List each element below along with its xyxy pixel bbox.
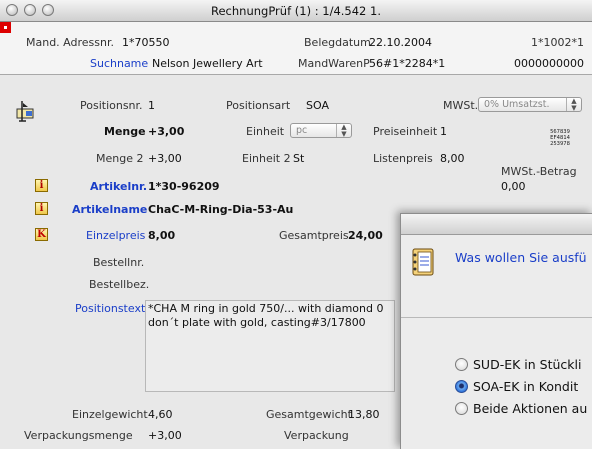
action-dialog: Was wollen Sie ausfü SUD-EK in Stückli S… — [400, 213, 592, 449]
positionstext-line-2: don´t plate with gold, casting#3/17800 — [148, 316, 366, 329]
menge-value[interactable]: +3,00 — [148, 125, 184, 138]
menge2-label: Menge 2 — [96, 152, 144, 165]
notebook-icon — [410, 248, 436, 279]
einzelgewicht-label: Einzelgewicht — [72, 408, 148, 421]
preiseinheit-label: Preiseinheit — [373, 125, 438, 138]
mwst-betrag-value: 0,00 — [501, 180, 526, 193]
barcode-line-3: 253978 — [550, 141, 570, 147]
einzelgewicht-value: 4,60 — [148, 408, 173, 421]
einheit2-label: Einheit 2 — [242, 152, 291, 165]
einzelpreis-k-button[interactable]: K — [35, 228, 48, 241]
gesamtgewicht-label: Gesamtgewicht — [266, 408, 352, 421]
barcode-code[interactable]: 567839 EF4814 253978 — [548, 129, 572, 147]
artikelnr-info-button[interactable]: i — [35, 179, 48, 192]
belegdatum-label: Belegdatum — [304, 36, 371, 49]
artikelname-value[interactable]: ChaC-M-Ring-Dia-53-Au — [148, 203, 293, 216]
dialog-title-bar[interactable] — [401, 214, 592, 235]
einheit2-value[interactable]: St — [293, 152, 304, 165]
bestellbez-label: Bestellbez. — [89, 278, 150, 291]
einheit-select-value: pc — [296, 125, 308, 136]
option-sud-ek-label[interactable]: SUD-EK in Stückli — [473, 357, 581, 372]
preiseinheit-value: 1 — [440, 125, 447, 138]
mwst-select[interactable]: 0% Umsatzst. ▲ ▼ — [478, 97, 582, 112]
verpackungsmenge-label: Verpackungsmenge — [24, 429, 133, 442]
einzelpreis-label: Einzelpreis — [86, 229, 146, 242]
dialog-question: Was wollen Sie ausfü — [455, 250, 587, 265]
listenpreis-value: 8,00 — [440, 152, 465, 165]
mandwarenp-label: MandWarenP — [298, 57, 370, 70]
window-title: RechnungPrüf (1) : 1/4.542 1. — [211, 4, 381, 18]
menge-label: Menge — [104, 125, 146, 138]
verpackung-label: Verpackung — [284, 429, 349, 442]
select-arrows-icon: ▲ ▼ — [336, 124, 351, 137]
select-arrows-icon: ▲ ▼ — [566, 98, 581, 111]
bestellnr-label: Bestellnr. — [93, 256, 145, 269]
mand-adressnr-value: 1*70550 — [122, 36, 170, 49]
gesamtgewicht-value: 13,80 — [348, 408, 380, 421]
option-soa-ek-label[interactable]: SOA-EK in Kondit — [473, 379, 578, 394]
einzelpreis-value[interactable]: 8,00 — [148, 229, 175, 242]
positionstext-line-1: *CHA M ring in gold 750/... with diamond… — [148, 302, 384, 315]
einheit-select[interactable]: pc ▲ ▼ — [290, 123, 352, 138]
artikelname-label: Artikelname — [72, 203, 148, 216]
header-right-number: 0000000000 — [514, 57, 584, 70]
positionsnr-label: Positionsnr. — [80, 99, 143, 112]
listenpreis-label: Listenpreis — [373, 152, 433, 165]
mand-adressnr-label: Mand. Adressnr. — [26, 36, 114, 49]
positionsart-value: SOA — [306, 99, 329, 112]
option-beide-label[interactable]: Beide Aktionen au — [473, 401, 587, 416]
header-right-code: 1*1002*1 — [531, 36, 584, 49]
menge2-value[interactable]: +3,00 — [148, 152, 182, 165]
artikelnr-label: Artikelnr. — [90, 180, 148, 193]
option-sud-ek-radio[interactable] — [455, 358, 468, 371]
record-marker-icon[interactable] — [0, 22, 11, 33]
option-soa-ek-radio[interactable] — [455, 380, 468, 393]
mwst-betrag-label: MWSt.-Betrag — [501, 165, 577, 178]
einheit-label: Einheit — [246, 125, 285, 138]
title-bar[interactable]: RechnungPrüf (1) : 1/4.542 1. — [0, 0, 592, 22]
artikelnr-value[interactable]: 1*30-96209 — [148, 180, 220, 193]
positionsnr-value: 1 — [148, 99, 155, 112]
mwst-label: MWSt. — [443, 99, 479, 112]
position-tool-icon[interactable] — [14, 99, 36, 126]
belegdatum-value: 22.10.2004 — [369, 36, 432, 49]
positionstext-label: Positionstext — [75, 302, 146, 315]
mwst-select-value: 0% Umsatzst. — [484, 99, 550, 110]
artikelname-info-button[interactable]: i — [35, 202, 48, 215]
positionsart-label: Positionsart — [226, 99, 291, 112]
suchname-label: Suchname — [90, 57, 149, 70]
verpackungsmenge-value: +3,00 — [148, 429, 182, 442]
mandwarenp-value: 56#1*2284*1 — [369, 57, 446, 70]
dialog-divider — [401, 317, 592, 318]
gesamtpreis-value: 24,00 — [348, 229, 383, 242]
suchname-value: Nelson Jewellery Art — [152, 57, 263, 70]
option-beide-radio[interactable] — [455, 402, 468, 415]
gesamtpreis-label: Gesamtpreis — [279, 229, 349, 242]
